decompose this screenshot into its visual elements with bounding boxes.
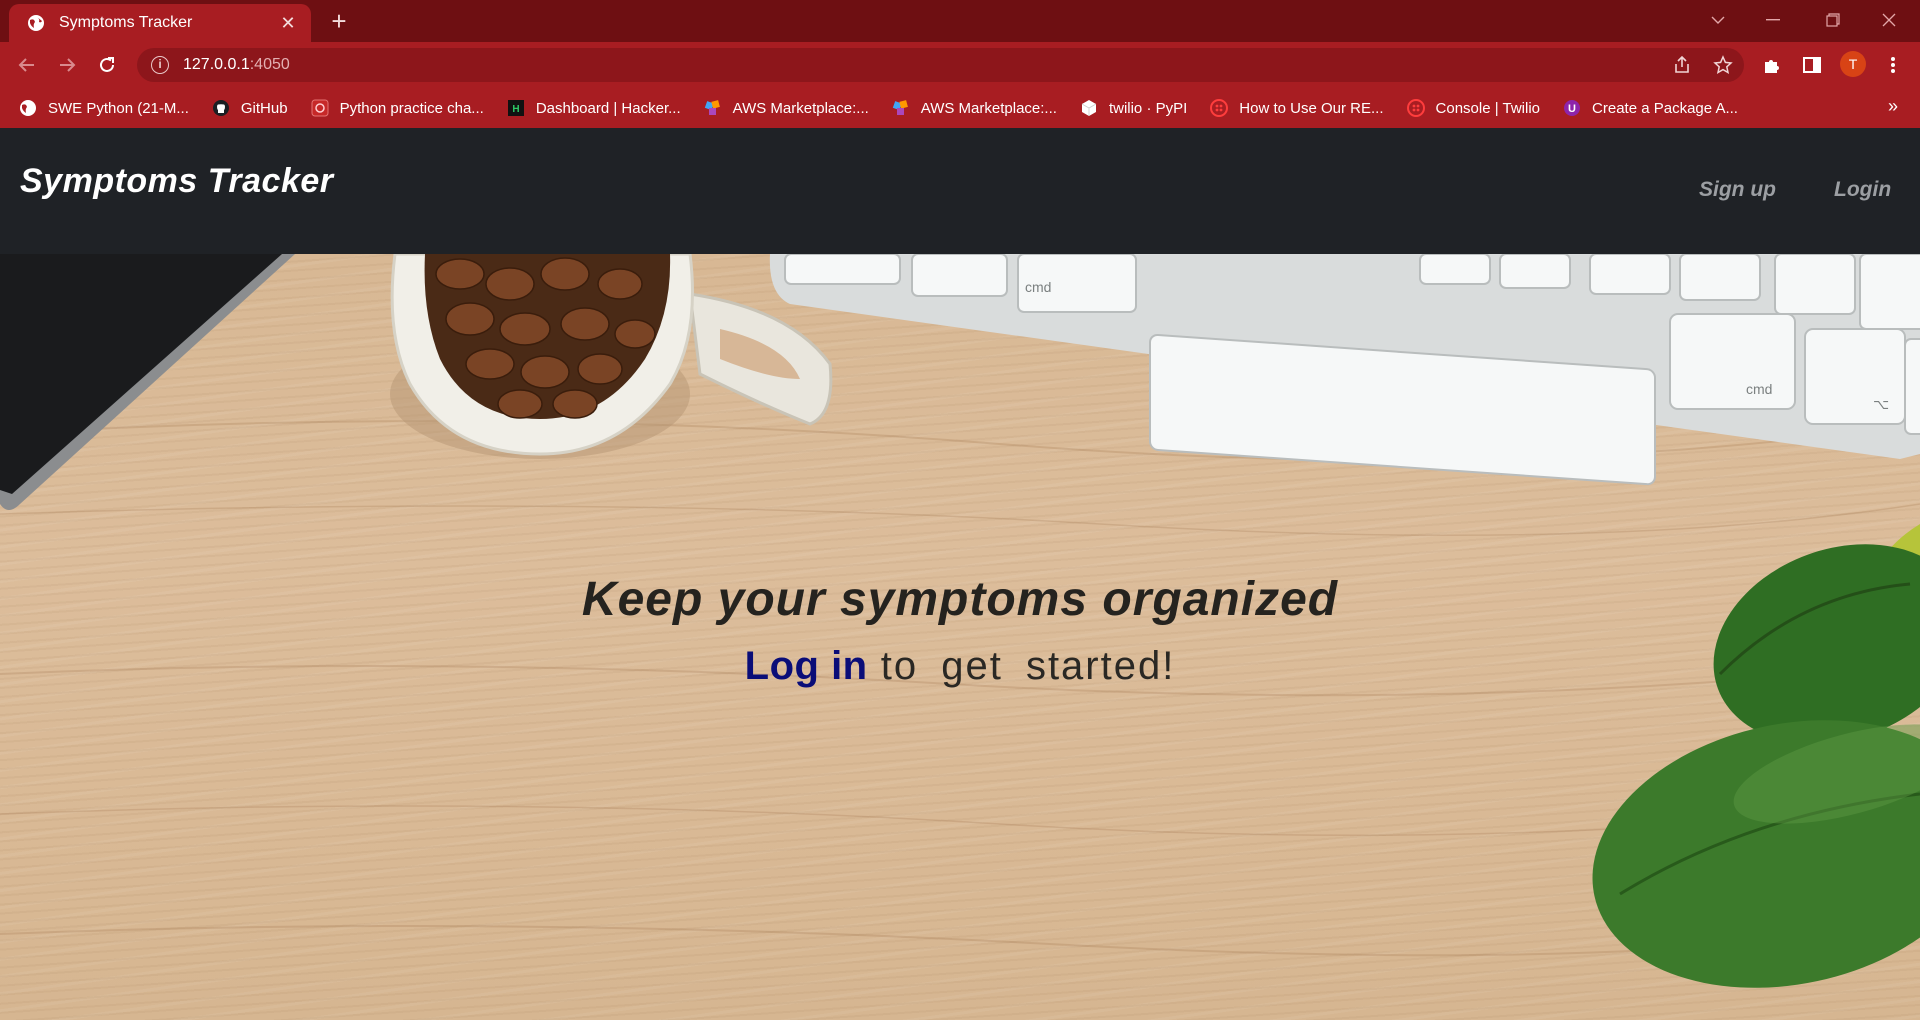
hero-subtitle-text: to get started! [880, 644, 1176, 688]
back-icon[interactable] [12, 50, 42, 80]
hero-login-link[interactable]: Log in [745, 644, 868, 688]
desk-background-image: cmd cmd ⌥ [0, 254, 1920, 988]
bookmarks-bar: SWE Python (21-M... GitHub Python practi… [0, 88, 1920, 128]
bookmark-item[interactable]: GitHub [211, 98, 288, 118]
browser-toolbar: i 127.0.0.1:4050 [0, 42, 1920, 88]
bookmark-item[interactable]: U Create a Package A... [1562, 98, 1738, 118]
github-icon [211, 98, 231, 118]
bookmark-label: AWS Marketplace:... [732, 99, 869, 117]
aws-icon [891, 98, 911, 118]
site-brand[interactable]: Symptoms Tracker [20, 162, 334, 201]
bookmark-star-icon[interactable] [1708, 50, 1738, 80]
bookmark-item[interactable]: How to Use Our RE... [1209, 98, 1384, 118]
twilio-icon [1209, 98, 1229, 118]
keyboard-image: cmd cmd ⌥ [769, 254, 1920, 486]
python-practice-icon [310, 98, 330, 118]
minimize-icon[interactable] [1750, 0, 1796, 40]
more-bookmarks-icon[interactable]: » [1888, 96, 1898, 117]
forward-icon[interactable] [52, 50, 82, 80]
reload-icon[interactable] [92, 50, 122, 80]
svg-text:H: H [512, 104, 519, 115]
share-icon[interactable] [1667, 50, 1697, 80]
bookmark-label: SWE Python (21-M... [48, 99, 189, 117]
chrome-menu-icon[interactable] [1878, 50, 1908, 80]
profile-avatar[interactable]: T [1840, 51, 1866, 77]
hero-subtitle: Log in to get started! [0, 644, 1920, 689]
svg-text:U: U [1568, 103, 1576, 115]
twilio-icon [1406, 98, 1426, 118]
bookmark-item[interactable]: Python practice cha... [310, 98, 484, 118]
phone-image [0, 254, 295, 510]
signup-link[interactable]: Sign up [1699, 178, 1776, 202]
tab-close-icon[interactable]: ✕ [277, 12, 299, 34]
url-host: 127.0.0.1 [183, 56, 250, 73]
bookmark-item[interactable]: Console | Twilio [1406, 98, 1541, 118]
close-window-icon[interactable] [1866, 0, 1912, 40]
bookmark-item[interactable]: SWE Python (21-M... [18, 98, 189, 118]
bookmark-label: Python practice cha... [339, 99, 484, 117]
globe-icon [18, 98, 38, 118]
bookmark-label: Console | Twilio [1435, 99, 1541, 117]
bookmark-item[interactable]: AWS Marketplace:... [703, 98, 869, 118]
browser-tab[interactable]: Symptoms Tracker ✕ [9, 4, 311, 42]
bookmark-label: twilio · PyPI [1108, 99, 1188, 117]
bookmark-label: AWS Marketplace:... [920, 99, 1057, 117]
site-info-icon[interactable]: i [151, 56, 169, 74]
address-bar[interactable]: i 127.0.0.1:4050 [137, 48, 1744, 82]
bookmark-label: How to Use Our RE... [1239, 99, 1384, 117]
url-port: :4050 [249, 56, 290, 73]
browser-tab-strip: Symptoms Tracker ✕ + [0, 0, 1920, 42]
svg-text:cmd: cmd [1746, 381, 1772, 397]
extensions-icon[interactable] [1757, 50, 1787, 80]
hero-title: Keep your symptoms organized [581, 573, 1339, 626]
bookmark-item[interactable]: AWS Marketplace:... [891, 98, 1057, 118]
site-navbar: Symptoms Tracker Sign up Login [0, 128, 1920, 254]
login-link[interactable]: Login [1834, 178, 1891, 202]
hackerrank-icon: H [506, 98, 526, 118]
svg-text:cmd: cmd [1025, 279, 1051, 295]
globe-icon [25, 12, 47, 34]
side-panel-icon[interactable] [1797, 50, 1827, 80]
bookmark-item[interactable]: twilio · PyPI [1079, 98, 1187, 118]
hero-section: cmd cmd ⌥ Keep your symptoms organized L… [0, 254, 1920, 1020]
tab-search-icon[interactable] [1695, 0, 1741, 40]
aws-icon [703, 98, 723, 118]
bookmark-label: Create a Package A... [1592, 99, 1738, 117]
bookmark-label: Dashboard | Hacker... [535, 99, 681, 117]
tab-title: Symptoms Tracker [59, 14, 193, 31]
bookmark-label: GitHub [240, 99, 288, 117]
svg-text:⌥: ⌥ [1873, 396, 1889, 412]
pypi-icon [1079, 98, 1099, 118]
bookmark-item[interactable]: H Dashboard | Hacker... [506, 98, 681, 118]
restore-icon[interactable] [1810, 0, 1856, 40]
package-icon: U [1562, 98, 1582, 118]
new-tab-button[interactable]: + [324, 8, 354, 36]
